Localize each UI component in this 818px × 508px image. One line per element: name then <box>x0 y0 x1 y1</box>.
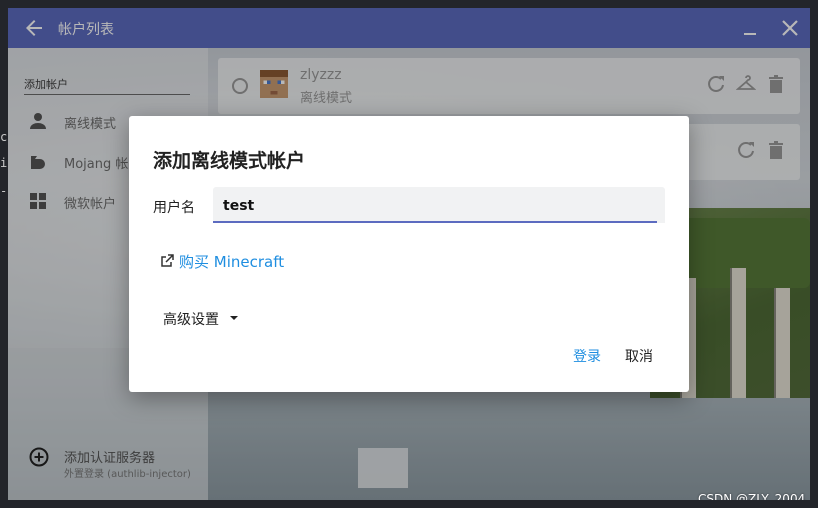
buy-minecraft-link[interactable]: 购买 Minecraft <box>159 250 319 272</box>
dialog-title: 添加离线模式帐户 <box>153 150 306 172</box>
watermark: CSDN @ZLY_2004 <box>698 492 806 500</box>
account-list-window: 帐户列表 添加帐户 离线模式 Mojang 帐户 微软帐户 添加认证服务器 外置… <box>8 8 810 500</box>
advanced-settings-label: 高级设置 <box>163 312 219 328</box>
caret-down-icon <box>230 316 238 320</box>
buy-minecraft-label: 购买 Minecraft <box>179 253 285 271</box>
cancel-button[interactable]: 取消 <box>625 346 653 368</box>
login-button[interactable]: 登录 <box>573 346 601 368</box>
ide-fragment: - <box>0 184 8 198</box>
external-link-icon <box>161 254 174 267</box>
add-offline-account-dialog: 添加离线模式帐户 用户名 购买 Minecraft 高级设置 登录 取消 <box>129 116 689 392</box>
username-input[interactable] <box>221 193 655 219</box>
username-field[interactable] <box>213 187 665 223</box>
advanced-settings-dropdown[interactable]: 高级设置 <box>163 308 253 328</box>
ide-fragment: c <box>0 130 8 144</box>
username-label: 用户名 <box>153 200 195 216</box>
field-focus-underline <box>213 221 657 223</box>
